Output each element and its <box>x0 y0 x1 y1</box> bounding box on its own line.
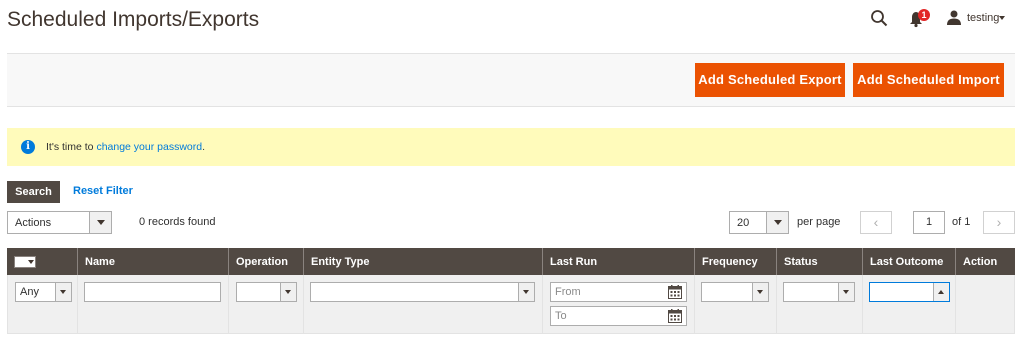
chevron-down-icon[interactable] <box>89 212 111 233</box>
per-page-value: 20 <box>737 217 750 229</box>
mass-actions-label: Actions <box>15 217 52 229</box>
column-last-outcome[interactable]: Last Outcome <box>863 248 956 275</box>
chevron-down-icon[interactable] <box>55 283 71 301</box>
status-filter-select[interactable] <box>783 282 855 302</box>
entity-type-filter-select[interactable] <box>310 282 535 302</box>
mass-actions-select[interactable]: Actions <box>7 211 112 234</box>
add-scheduled-import-button[interactable]: Add Scheduled Import <box>853 63 1004 97</box>
column-name[interactable]: Name <box>78 248 229 275</box>
chevron-down-icon[interactable] <box>766 212 788 233</box>
previous-page-button[interactable]: ‹ <box>860 211 892 234</box>
grid-filter-row: Any From To <box>7 275 1015 334</box>
add-scheduled-export-button[interactable]: Add Scheduled Export <box>695 63 845 97</box>
mass-select-checkbox[interactable] <box>14 256 36 268</box>
calendar-icon[interactable] <box>668 285 682 299</box>
massaction-filter-select[interactable]: Any <box>15 282 72 302</box>
per-page-label: per page <box>797 216 841 228</box>
column-action: Action <box>963 256 998 268</box>
records-found: 0 records found <box>139 216 216 228</box>
chevron-down-icon[interactable] <box>280 283 296 301</box>
chevron-down-icon[interactable] <box>838 283 854 301</box>
reset-filter-link[interactable]: Reset Filter <box>73 185 133 197</box>
filter-cell-frequency <box>695 275 777 333</box>
name-filter-input[interactable] <box>84 282 221 302</box>
filter-cell-entity-type <box>304 275 543 333</box>
filter-cell-last-outcome <box>863 275 956 333</box>
chevron-up-icon[interactable] <box>933 283 949 301</box>
column-last-run[interactable]: Last Run <box>543 248 695 275</box>
per-page-select[interactable]: 20 <box>729 211 789 234</box>
chevron-down-icon[interactable] <box>752 283 768 301</box>
column-operation[interactable]: Operation <box>229 248 304 275</box>
last-run-from-input[interactable]: From <box>550 282 687 302</box>
chevron-down-icon[interactable] <box>518 283 534 301</box>
last-run-to-input[interactable]: To <box>550 306 687 326</box>
mass-select-header <box>7 248 78 275</box>
last-run-to-placeholder: To <box>555 310 567 322</box>
massaction-filter-value: Any <box>20 286 39 298</box>
last-outcome-filter-select[interactable] <box>869 282 950 302</box>
user-name[interactable]: testing <box>967 12 999 24</box>
frequency-filter-select[interactable] <box>701 282 769 302</box>
filter-cell-operation <box>229 275 304 333</box>
notification-badge: 1 <box>918 9 930 21</box>
calendar-icon[interactable] <box>668 309 682 323</box>
filter-cell-action <box>956 275 1013 333</box>
filter-cell-mass-select: Any <box>8 275 78 333</box>
change-password-link[interactable]: change your password <box>96 141 202 153</box>
column-frequency[interactable]: Frequency <box>695 248 777 275</box>
scheduled-operations-grid: Name Operation Entity Type Last Run Freq… <box>7 248 1015 334</box>
filter-cell-last-run: From To <box>543 275 695 333</box>
grid-header-row: Name Operation Entity Type Last Run Freq… <box>7 248 1015 275</box>
total-pages: of 1 <box>952 216 971 228</box>
column-status[interactable]: Status <box>777 248 863 275</box>
chevron-down-icon[interactable] <box>999 16 1005 20</box>
last-run-from-placeholder: From <box>555 286 581 298</box>
notice-suffix: . <box>202 141 206 153</box>
current-page-input[interactable]: 1 <box>913 211 945 234</box>
page-title: Scheduled Imports/Exports <box>7 8 260 31</box>
search-icon[interactable] <box>870 9 888 27</box>
info-icon: i <box>21 140 35 154</box>
user-icon[interactable] <box>947 10 961 25</box>
password-notice: i It's time to change your password. <box>7 128 1015 166</box>
filter-cell-status <box>777 275 863 333</box>
column-entity-type[interactable]: Entity Type <box>304 248 543 275</box>
operation-filter-select[interactable] <box>236 282 297 302</box>
search-button[interactable]: Search <box>7 181 60 203</box>
notice-prefix: It's time to <box>46 141 97 153</box>
next-page-button[interactable]: › <box>983 211 1015 234</box>
notice-message: It's time to change your password. <box>46 141 205 153</box>
filter-cell-name <box>78 275 229 333</box>
